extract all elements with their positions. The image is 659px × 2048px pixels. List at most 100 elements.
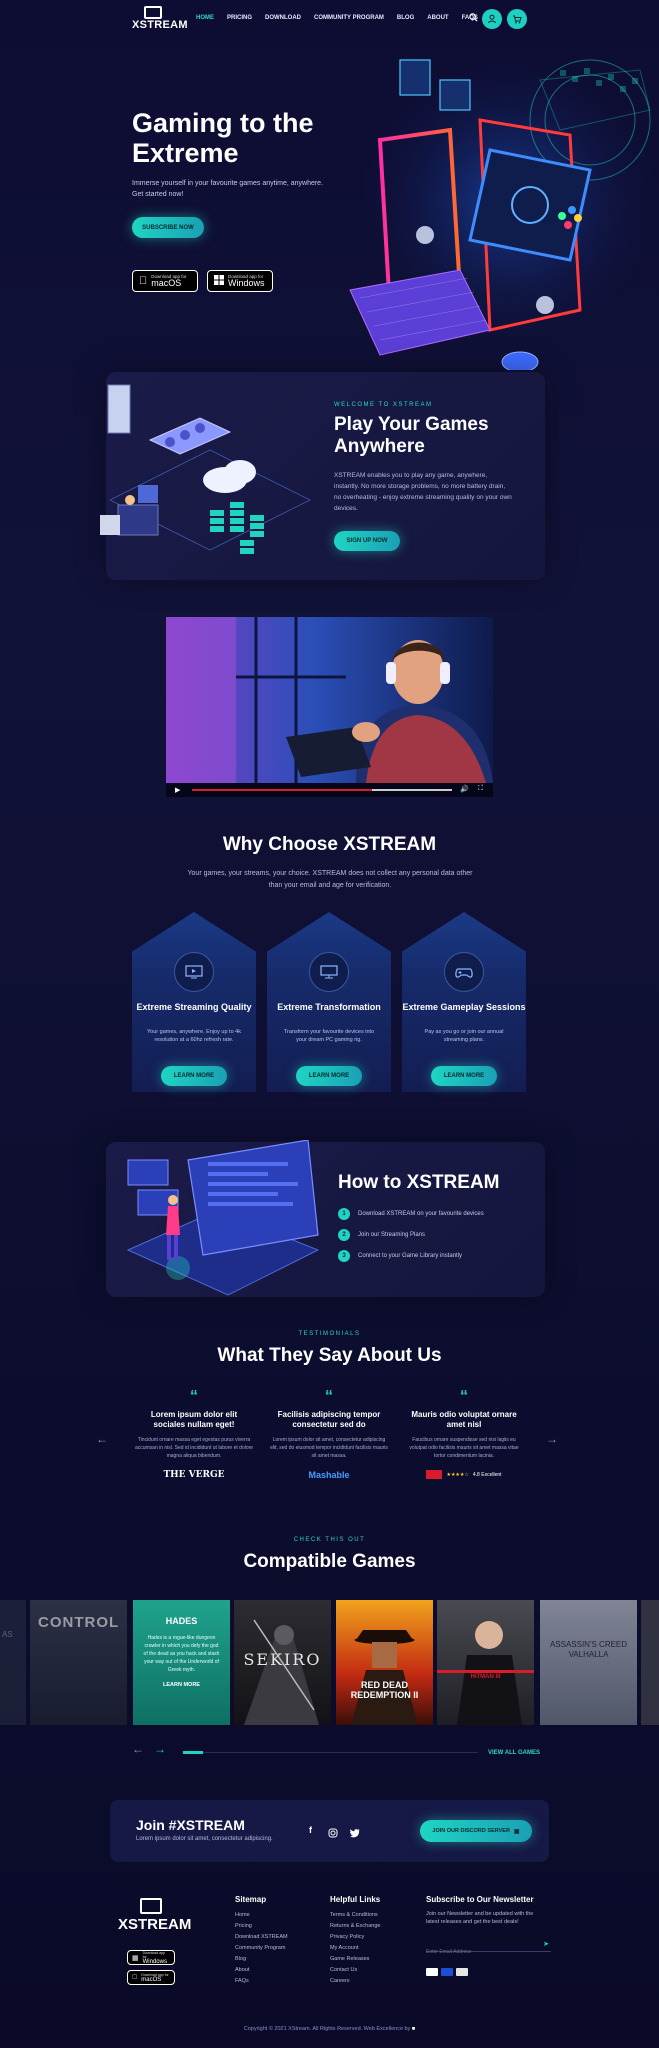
game-tile-sekiro[interactable]: SEKIRO <box>234 1600 331 1725</box>
footer-link[interactable]: Pricing <box>235 1921 288 1932</box>
video-player[interactable] <box>166 617 493 797</box>
game-tile-control[interactable]: CONTROL <box>30 1600 127 1725</box>
hitman-art <box>437 1621 534 1725</box>
footer-download-windows-button[interactable]: ▦ Download app for Windows <box>127 1950 175 1965</box>
learn-more-button[interactable]: LEARN MORE <box>161 1066 227 1086</box>
step-number: 1 <box>338 1208 350 1220</box>
hero-subtitle: Immerse yourself in your favourite games… <box>132 180 324 198</box>
how-step: 2 Join our Streaming Plans <box>338 1229 425 1241</box>
games-title: Compatible Games <box>243 1551 416 1572</box>
video-progress-remaining[interactable] <box>372 789 452 791</box>
welcome-text: XSTREAM enables you to play any game, an… <box>334 472 512 512</box>
download-windows-button[interactable]: Download app for Windows <box>207 270 273 292</box>
nav-community[interactable]: COMMUNITY PROGRAM <box>314 15 384 21</box>
download-macos-button[interactable]:  Download app formacOS <box>132 270 198 292</box>
footer-link[interactable]: My Account <box>330 1943 380 1954</box>
step-text: Download XSTREAM on your favourite devic… <box>358 1211 484 1217</box>
game-tile-hades[interactable]: HADES Hades is a rogue-like dungeon craw… <box>133 1600 230 1725</box>
testimonial-item: “ Facilisis adipiscing tempor consectetu… <box>269 1389 389 1481</box>
play-screen-icon <box>174 952 214 992</box>
brand-logo[interactable]: XSTREAM <box>132 6 188 32</box>
footer-link[interactable]: Community Program <box>235 1943 288 1954</box>
footer-link[interactable]: Careers <box>330 1976 380 1987</box>
testimonial-text: Lorem ipsum dolor sit amet, consectetur … <box>270 1437 388 1459</box>
nav-blog[interactable]: BLOG <box>397 15 414 21</box>
feature-text: Pay as you go or join our annual streami… <box>424 1029 504 1043</box>
newsletter-email-input[interactable] <box>426 1949 536 1955</box>
gamepad-icon <box>444 952 484 992</box>
nav-home[interactable]: HOME <box>196 15 214 21</box>
footer-link[interactable]: Blog <box>235 1954 288 1965</box>
game-tile-label: HITMAN III <box>470 1674 501 1680</box>
laptop-user-illustration <box>126 1140 320 1296</box>
game-tile-rdr2[interactable]: RED DEAD REDEMPTION II <box>336 1600 433 1725</box>
footer-link[interactable]: Game Releases <box>330 1954 380 1965</box>
game-learn-more-link[interactable]: LEARN MORE <box>133 1682 230 1688</box>
game-tile[interactable] <box>641 1600 659 1725</box>
rdr2-art <box>351 1630 418 1725</box>
fullscreen-icon[interactable]: ⛶ <box>478 785 483 793</box>
game-tile[interactable]: AS <box>0 1600 26 1725</box>
footer-link[interactable]: Terms & Conditions <box>330 1910 380 1921</box>
why-subtitle: Your games, your streams, your choice. X… <box>187 870 473 889</box>
search-icon[interactable] <box>469 13 479 23</box>
arrow-left-icon[interactable]: ← <box>96 1432 108 1446</box>
join-discord-button[interactable]: JOIN OUR DISCORD SERVER ▣ <box>420 1820 532 1842</box>
welcome-title: Play Your Games Anywhere <box>334 414 489 457</box>
footer-link[interactable]: Home <box>235 1910 288 1921</box>
sign-up-now-button[interactable]: SIGN UP NOW <box>334 531 400 551</box>
footer-link[interactable]: Returns & Exchange <box>330 1921 380 1932</box>
store-big-label: macOS <box>136 1976 161 1983</box>
visa-icon <box>441 1968 453 1976</box>
cart-icon[interactable] <box>507 9 527 29</box>
feature-text: Transform your favourite devices into yo… <box>283 1029 375 1043</box>
facebook-icon[interactable]: f <box>309 1825 312 1835</box>
subscribe-now-button[interactable]: SUBSCRIBE NOW <box>132 217 204 238</box>
send-icon[interactable]: ➤ <box>543 1940 549 1948</box>
learn-more-button[interactable]: LEARN MORE <box>431 1066 497 1086</box>
welcome-kicker: WELCOME TO XSTREAM <box>334 402 433 408</box>
how-title: How to XSTREAM <box>338 1172 500 1193</box>
feature-title: Extreme Transformation <box>277 1002 381 1012</box>
footer-download-macos-button[interactable]:  Download app formacOS <box>127 1970 175 1985</box>
logo-box-icon <box>144 6 162 19</box>
footer-link[interactable]: Contact Us <box>330 1965 380 1976</box>
footer-newsletter: Subscribe to Our Newsletter Join our New… <box>426 1895 556 1976</box>
volume-icon[interactable]: 🔊 <box>460 785 469 793</box>
twitter-icon[interactable] <box>349 1825 360 1843</box>
review-badge-icon <box>426 1470 443 1479</box>
nav-about[interactable]: ABOUT <box>427 15 448 21</box>
footer-link[interactable]: Privacy Policy <box>330 1932 380 1943</box>
footer-link[interactable]: Download XSTREAM <box>235 1932 288 1943</box>
newsletter-text: Join our Newsletter and be updated with … <box>426 1911 534 1925</box>
games-slider-track[interactable] <box>183 1752 478 1753</box>
logo-text: XSTREAM <box>118 1916 192 1933</box>
instagram-icon[interactable] <box>328 1825 338 1843</box>
arrow-left-icon[interactable]: ← <box>132 1742 144 1756</box>
game-tile-hitman[interactable]: HITMAN III <box>437 1600 534 1725</box>
games-kicker: CHECK THIS OUT <box>293 1537 366 1543</box>
video-progress-played[interactable] <box>192 789 372 791</box>
store-small-label: Download app for <box>142 1950 166 1959</box>
game-tile-valhalla[interactable]: ASSASSIN'S CREED VALHALLA <box>540 1600 637 1725</box>
how-step: 3 Connect to your Game Library instantly <box>338 1250 462 1262</box>
games-slider-thumb[interactable] <box>183 1751 203 1754</box>
payment-icons <box>426 1968 556 1976</box>
footer-link[interactable]: FAQs <box>235 1976 288 1987</box>
star-rating-icon: ★★★★☆ <box>446 1471 469 1478</box>
store-big-label: Windows <box>228 278 265 288</box>
footer-link[interactable]: About <box>235 1965 288 1976</box>
nav-download[interactable]: DOWNLOAD <box>265 15 301 21</box>
view-all-games-link[interactable]: VIEW ALL GAMES <box>488 1750 540 1756</box>
arrow-right-icon[interactable]: → <box>546 1432 558 1446</box>
footer-logo[interactable]: XSTREAM <box>118 1898 191 1938</box>
logo-box-icon <box>140 1898 162 1914</box>
page: XSTREAM HOME PRICING DOWNLOAD COMMUNITY … <box>0 0 659 2048</box>
learn-more-button[interactable]: LEARN MORE <box>296 1066 362 1086</box>
user-icon[interactable] <box>482 9 502 29</box>
testimonial-text: Faucibus ornare suspendisse sed nisi lag… <box>409 1437 519 1459</box>
arrow-right-icon[interactable]: → <box>154 1742 166 1756</box>
play-icon[interactable]: ▶ <box>175 786 180 794</box>
nav-pricing[interactable]: PRICING <box>227 15 252 21</box>
monitor-icon <box>309 952 349 992</box>
